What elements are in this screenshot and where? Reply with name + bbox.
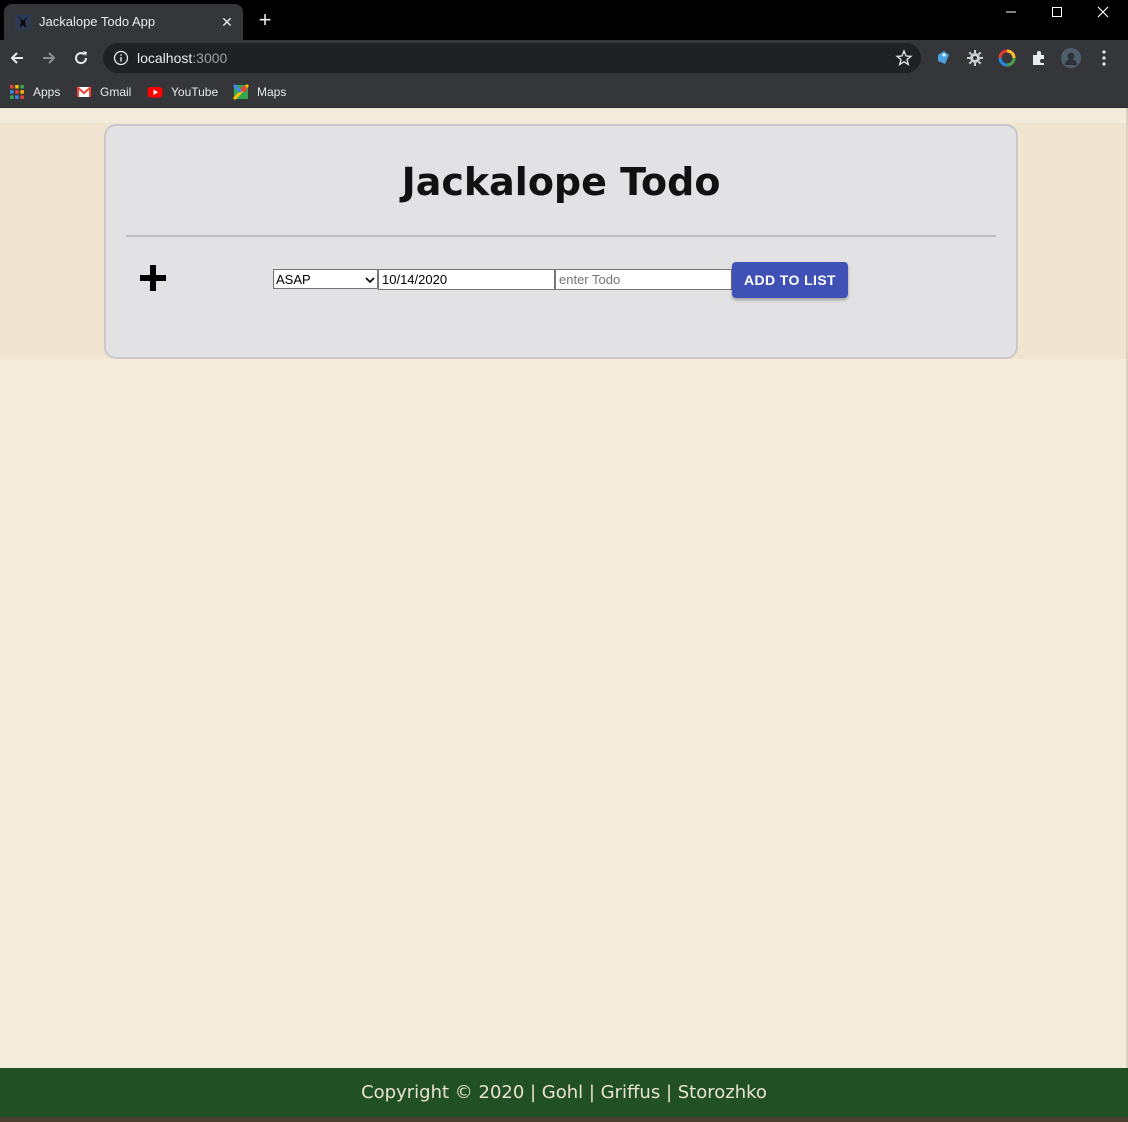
- priority-selected-value: ASAP: [276, 271, 311, 287]
- extension-gear-icon[interactable]: [965, 48, 985, 68]
- apps-grid-icon: [9, 84, 25, 100]
- footer-copyright: Copyright © 2020 | Gohl | Griffus | Stor…: [361, 1082, 767, 1103]
- bookmark-youtube[interactable]: YouTube: [147, 81, 218, 103]
- browser-toolbar: localhost:3000: [0, 40, 1128, 76]
- extension-tag-icon[interactable]: [933, 48, 953, 68]
- url-port: :3000: [192, 50, 228, 66]
- priority-select[interactable]: ASAP: [273, 269, 378, 289]
- youtube-icon: [147, 84, 163, 100]
- bottom-strip: [0, 1117, 1128, 1122]
- chevron-down-icon: [365, 272, 375, 287]
- address-bar[interactable]: localhost:3000: [103, 43, 921, 73]
- tab-title: Jackalope Todo App: [39, 14, 156, 29]
- title-divider: [126, 235, 996, 237]
- extension-color-wheel-icon[interactable]: [997, 48, 1017, 68]
- site-info-icon[interactable]: [113, 50, 129, 66]
- add-to-list-button[interactable]: ADD TO LIST: [732, 262, 848, 298]
- bookmark-label: Gmail: [100, 85, 132, 99]
- bookmark-star-icon[interactable]: [895, 49, 913, 67]
- app-title: Jackalope Todo: [401, 160, 721, 204]
- url-host: localhost: [137, 50, 193, 66]
- url-text: localhost:3000: [137, 50, 227, 66]
- jackalope-favicon-icon: [15, 14, 31, 30]
- date-input[interactable]: [378, 269, 555, 290]
- bookmark-label: YouTube: [171, 85, 219, 99]
- bookmark-maps[interactable]: Maps: [232, 81, 287, 103]
- extensions-puzzle-icon[interactable]: [1029, 48, 1049, 68]
- close-window-icon[interactable]: [1080, 0, 1126, 24]
- browser-tab[interactable]: Jackalope Todo App ✕: [4, 4, 243, 40]
- maximize-icon[interactable]: [1034, 0, 1080, 24]
- bookmark-gmail[interactable]: Gmail: [76, 81, 131, 103]
- bookmarks-bar: Apps Gmail YouTube Maps: [0, 76, 1128, 108]
- gmail-icon: [76, 84, 92, 100]
- new-tab-button[interactable]: +: [254, 9, 276, 32]
- reload-icon[interactable]: [68, 45, 94, 71]
- bookmark-label: Maps: [257, 85, 287, 99]
- footer: Copyright © 2020 | Gohl | Griffus | Stor…: [0, 1068, 1128, 1117]
- bookmark-apps[interactable]: Apps: [9, 81, 60, 103]
- minimize-icon[interactable]: [988, 0, 1034, 24]
- profile-avatar[interactable]: [1061, 48, 1081, 68]
- todo-input[interactable]: [555, 269, 732, 290]
- browser-menu-icon[interactable]: [1094, 48, 1114, 68]
- plus-icon[interactable]: [138, 263, 168, 293]
- bookmark-label: Apps: [33, 85, 61, 99]
- maps-icon: [232, 83, 250, 101]
- tab-close-icon[interactable]: ✕: [217, 12, 237, 32]
- todo-card: Jackalope Todo ASAP ADD TO LIST: [104, 124, 1018, 359]
- back-arrow-icon[interactable]: [4, 45, 30, 71]
- forward-arrow-icon[interactable]: [36, 45, 62, 71]
- browser-titlebar: Jackalope Todo App ✕ +: [0, 0, 1128, 40]
